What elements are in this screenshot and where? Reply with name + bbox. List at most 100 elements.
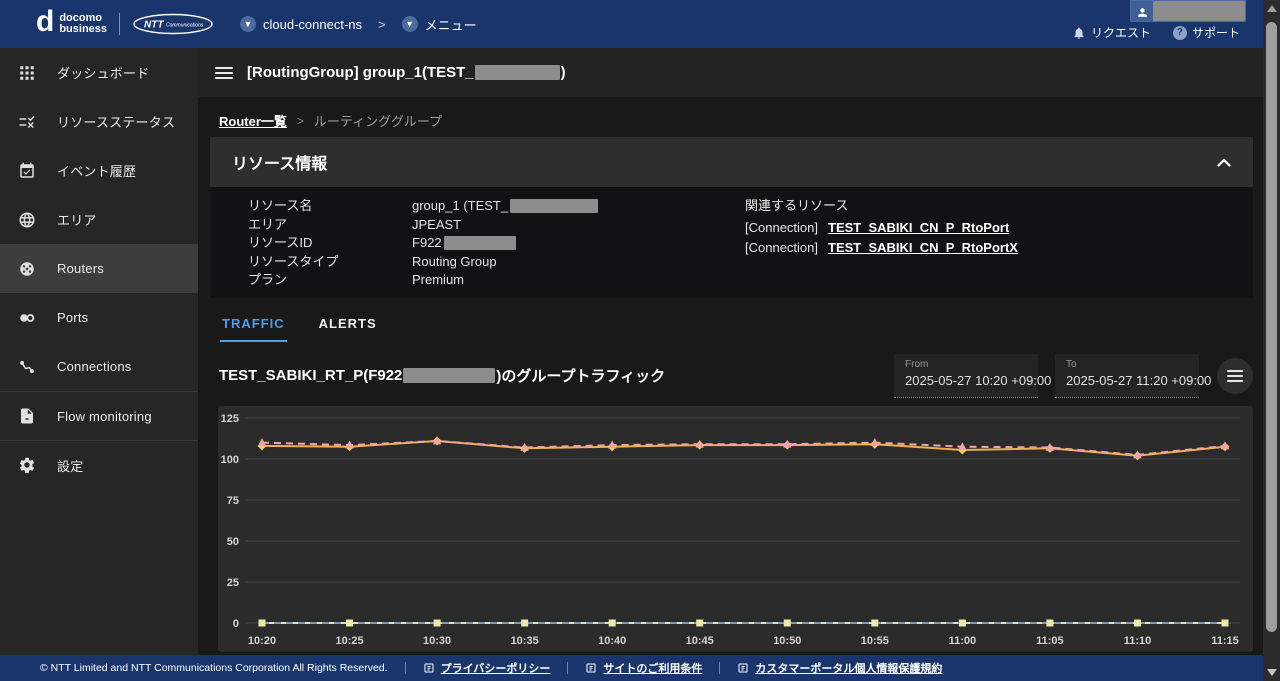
svg-text:125: 125 bbox=[221, 413, 239, 425]
account-box[interactable] bbox=[1130, 0, 1246, 22]
sidebar-item-routers[interactable]: Routers bbox=[0, 244, 198, 293]
page-title: [RoutingGroup] group_1(TEST_ ) bbox=[247, 64, 566, 81]
sidebar-item-dashboard[interactable]: ダッシュボード bbox=[0, 48, 198, 97]
chevron-circle-icon: ▼ bbox=[402, 16, 418, 32]
globe-icon bbox=[15, 208, 39, 232]
traffic-line-chart: 0 25 50 75 100 125 10:20 10:25 10:30 10:35 10:40 10… bbox=[218, 406, 1253, 652]
chevron-up-icon[interactable] bbox=[1217, 158, 1231, 167]
ports-icon bbox=[15, 306, 39, 330]
docomo-business-logo: d docomo business bbox=[36, 10, 107, 38]
personal-info-policy-link[interactable]: カスタマーポータル個人情報保護規約 bbox=[737, 660, 942, 676]
scroll-up-arrow-icon[interactable] bbox=[1267, 5, 1277, 12]
resource-panel-body: リソース名 group_1 (TEST_ エリア JPEAST リソースID F… bbox=[210, 187, 1253, 298]
resource-panel-title: リソース情報 bbox=[232, 150, 1217, 174]
svg-text:11:15: 11:15 bbox=[1211, 635, 1239, 647]
gear-icon bbox=[15, 453, 39, 477]
from-date-value: 2025-05-27 10:20 +09:00 bbox=[905, 373, 1027, 388]
sidebar-item-connections[interactable]: Connections bbox=[0, 342, 198, 391]
related-item: [Connection] TEST_SABIKI_CN_P_RtoPort bbox=[745, 220, 1018, 235]
breadcrumb-router-list-link[interactable]: Router一覧 bbox=[219, 111, 287, 130]
topbar-divider bbox=[119, 13, 120, 35]
svg-text:10:20: 10:20 bbox=[248, 635, 276, 647]
service-name: cloud-connect-ns bbox=[263, 17, 362, 32]
chart-menu-button[interactable] bbox=[1217, 358, 1253, 394]
rule-checklist-icon bbox=[15, 110, 39, 134]
account-name-redacted bbox=[1153, 1, 1245, 22]
app-window: d docomo business NTT Communications ▼ c… bbox=[0, 0, 1280, 681]
svg-text:10:45: 10:45 bbox=[686, 635, 714, 647]
breadcrumb-current: ルーティンググループ bbox=[314, 111, 442, 130]
traffic-chart[interactable]: 0 25 50 75 100 125 10:20 10:25 10:30 10:35 10:40 10… bbox=[218, 406, 1253, 652]
svg-text:100: 100 bbox=[221, 454, 239, 466]
title-redacted bbox=[475, 65, 560, 80]
ntt-communications-logo: NTT Communications bbox=[132, 13, 214, 35]
field-resource-name: リソース名 group_1 (TEST_ bbox=[248, 197, 745, 216]
request-button[interactable]: リクエスト bbox=[1072, 24, 1151, 41]
svg-text:50: 50 bbox=[227, 536, 239, 548]
menu-label: メニュー bbox=[425, 15, 477, 34]
connection-link-icon bbox=[15, 355, 39, 379]
scrollbar-thumb[interactable] bbox=[1266, 22, 1277, 632]
svg-text:10:30: 10:30 bbox=[423, 635, 451, 647]
ntt-logo-text: Communications bbox=[166, 23, 204, 29]
svg-text:10:40: 10:40 bbox=[598, 635, 626, 647]
connection-link-2[interactable]: TEST_SABIKI_CN_P_RtoPortX bbox=[828, 240, 1018, 255]
sidebar-item-area[interactable]: エリア bbox=[0, 195, 198, 244]
copyright-text: © NTT Limited and NTT Communications Cor… bbox=[40, 662, 388, 674]
sidebar-item-ports[interactable]: Ports bbox=[0, 293, 198, 342]
support-button[interactable]: ? サポート bbox=[1173, 24, 1240, 41]
question-icon: ? bbox=[1173, 26, 1187, 40]
field-area: エリア JPEAST bbox=[248, 216, 745, 235]
router-hub-icon bbox=[15, 257, 39, 281]
resource-info-panel: リソース情報 リソース名 group_1 (TEST_ エリア JPEAST bbox=[210, 137, 1253, 298]
person-icon bbox=[1131, 1, 1153, 22]
chart-title-redacted bbox=[403, 368, 495, 383]
field-plan: プラン Premium bbox=[248, 271, 745, 290]
scroll-down-arrow-icon[interactable] bbox=[1267, 669, 1277, 676]
from-date-field[interactable]: From 2025-05-27 10:20 +09:00 bbox=[894, 354, 1038, 398]
external-doc-icon bbox=[423, 662, 435, 674]
topbar-separator: > bbox=[378, 17, 386, 32]
chevron-circle-icon: ▼ bbox=[240, 16, 256, 32]
topbar: d docomo business NTT Communications ▼ c… bbox=[0, 0, 1280, 48]
tab-traffic[interactable]: TRAFFIC bbox=[220, 316, 287, 342]
hamburger-menu-icon[interactable] bbox=[215, 67, 233, 79]
topbar-crumb-menu[interactable]: ▼ メニュー bbox=[402, 15, 477, 34]
traffic-section-header: TEST_SABIKI_RT_P(F922 )のグループトラフィック From … bbox=[198, 354, 1280, 398]
sidebar-item-flow-monitoring[interactable]: Flow monitoring bbox=[0, 391, 198, 440]
brand-line2: business bbox=[59, 23, 107, 35]
resource-fields: リソース名 group_1 (TEST_ エリア JPEAST リソースID F… bbox=[248, 197, 745, 290]
sidebar-item-event-history[interactable]: イベント履歴 bbox=[0, 146, 198, 195]
sidebar: ダッシュボード リソースステータス イベント履歴 エリア bbox=[0, 48, 198, 681]
related-resources-title: 関連するリソース bbox=[745, 197, 1018, 215]
resource-panel-header[interactable]: リソース情報 bbox=[210, 137, 1253, 187]
tab-alerts[interactable]: ALERTS bbox=[317, 316, 379, 342]
topbar-crumb-service[interactable]: ▼ cloud-connect-ns bbox=[240, 16, 362, 32]
traffic-chart-title: TEST_SABIKI_RT_P(F922 )のグループトラフィック bbox=[219, 365, 877, 386]
external-doc-icon bbox=[737, 662, 749, 674]
svg-text:10:25: 10:25 bbox=[335, 635, 363, 647]
breadcrumb: Router一覧 > ルーティンググループ bbox=[219, 111, 1280, 130]
dashboard-grid-icon bbox=[15, 61, 39, 85]
footer: © NTT Limited and NTT Communications Cor… bbox=[0, 655, 1280, 681]
svg-text:11:00: 11:00 bbox=[949, 635, 977, 647]
svg-text:10:35: 10:35 bbox=[511, 635, 539, 647]
resource-id-redacted bbox=[444, 236, 516, 250]
topbar-actions: リクエスト ? サポート bbox=[1072, 24, 1240, 41]
sidebar-item-settings[interactable]: 設定 bbox=[0, 440, 198, 489]
connection-link-1[interactable]: TEST_SABIKI_CN_P_RtoPort bbox=[828, 220, 1009, 235]
to-date-value: 2025-05-27 11:20 +09:00 bbox=[1066, 373, 1188, 388]
terms-of-use-link[interactable]: サイトのご利用条件 bbox=[585, 660, 702, 676]
svg-text:10:55: 10:55 bbox=[861, 635, 889, 647]
svg-text:75: 75 bbox=[227, 495, 239, 507]
vertical-scrollbar[interactable] bbox=[1263, 0, 1280, 681]
svg-text:0: 0 bbox=[233, 618, 239, 630]
to-date-field[interactable]: To 2025-05-27 11:20 +09:00 bbox=[1055, 354, 1199, 398]
svg-text:25: 25 bbox=[227, 577, 239, 589]
tab-bar: TRAFFIC ALERTS bbox=[220, 316, 1280, 342]
field-resource-id: リソースID F922 bbox=[248, 234, 745, 253]
privacy-policy-link[interactable]: プライバシーポリシー bbox=[423, 660, 551, 676]
resource-name-redacted bbox=[510, 199, 598, 213]
svg-text:NTT: NTT bbox=[144, 20, 164, 31]
sidebar-item-resource-status[interactable]: リソースステータス bbox=[0, 97, 198, 146]
